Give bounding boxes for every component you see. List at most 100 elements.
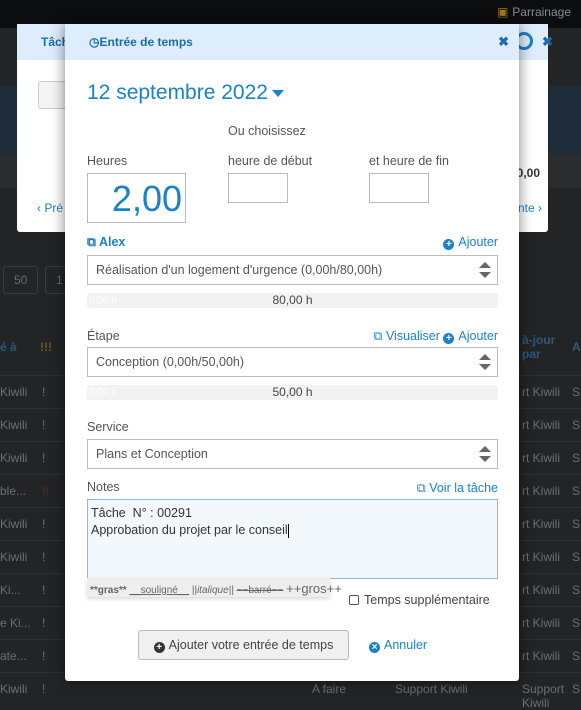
view-task-link[interactable]: ⧉ Voir la tâche xyxy=(417,481,498,496)
overtime-label: Temps supplémentaire xyxy=(364,593,490,607)
add-label: Ajouter xyxy=(458,329,498,343)
stage-select[interactable]: Conception (0,00h/50,00h) xyxy=(87,347,498,377)
sort-icon xyxy=(479,354,491,370)
view-stage-link[interactable]: ⧉ Visualiser xyxy=(374,329,440,343)
text-cursor xyxy=(287,523,289,538)
next-label: nte xyxy=(517,201,535,215)
cell-last: S xyxy=(572,583,581,597)
plus-circle-icon: + xyxy=(443,333,455,344)
cell-priority: ! xyxy=(42,550,46,564)
checkbox-icon[interactable] xyxy=(349,595,359,605)
add-project-link[interactable]: + Ajouter xyxy=(443,235,498,250)
notes-value: Tâche N° : 00291 Approbation du projet p… xyxy=(91,506,288,537)
cell-assigned: e Ki... xyxy=(0,616,31,630)
project-progress-bar: 0,00 h 80,00 h xyxy=(87,293,498,308)
cell-last: S xyxy=(572,385,581,399)
cell-priority: ! xyxy=(42,385,46,399)
cell-priority: !! xyxy=(42,484,49,498)
cell-assigned: Kiwili xyxy=(0,682,28,696)
modal-title: ◷Entrée de temps xyxy=(89,35,193,49)
cancel-link[interactable]: × Annuler xyxy=(369,638,427,653)
cell-assigned: Kiwili xyxy=(0,517,28,531)
cell-status: A faire xyxy=(312,682,347,696)
cell-updated-by: rt Kiwili xyxy=(522,484,560,498)
cell-updated-by: rt Kiwili xyxy=(522,517,560,531)
cell-last: S xyxy=(572,550,581,564)
cell-priority: ! xyxy=(42,451,46,465)
or-choose-label: Ou choisissez xyxy=(228,124,306,138)
col-assigned[interactable]: é à xyxy=(0,340,17,354)
service-select[interactable]: Plans et Conception xyxy=(87,439,498,469)
add-time-entry-button[interactable]: + Ajouter votre entrée de temps xyxy=(138,630,349,660)
plus-circle-icon: + xyxy=(443,239,455,250)
service-label: Service xyxy=(87,420,129,434)
cell-priority: ! xyxy=(42,583,46,597)
cell-last: S xyxy=(572,418,581,432)
progress-total: 80,00 h xyxy=(272,293,313,307)
stage-selected: Conception (0,00h/50,00h) xyxy=(96,355,245,369)
close-icon[interactable]: ✖ xyxy=(542,34,553,50)
previous-label: Pré xyxy=(44,201,64,215)
cell-last: S xyxy=(572,517,581,531)
cell-updated-by: rt Kiwili xyxy=(522,583,560,597)
project-select[interactable]: Réalisation d'un logement d'urgence (0,0… xyxy=(87,255,498,285)
modal-header: ◷Entrée de temps ✖ xyxy=(65,24,519,60)
format-hint: **gras** __souligné__ ||italique|| ~~bar… xyxy=(87,578,342,597)
col-updated-by[interactable]: à-jour par xyxy=(522,333,562,361)
project-owner-link[interactable]: ⧉ Alex xyxy=(87,235,125,250)
cell-last: S xyxy=(572,649,581,663)
cell-assigned: ble... xyxy=(0,484,27,498)
page-size-50[interactable]: 50 xyxy=(3,266,39,294)
time-entry-modal: ◷Entrée de temps ✖ 12 septembre 2022 Ou … xyxy=(65,24,519,681)
clock-icon: ◷ xyxy=(89,35,100,49)
add-label: Ajouter xyxy=(458,235,498,249)
cell-priority: ! xyxy=(42,418,46,432)
next-link[interactable]: nte › xyxy=(518,201,542,215)
col-priority[interactable]: !!! xyxy=(40,340,52,354)
end-time-label: et heure de fin xyxy=(369,154,449,168)
cell-assigned: Kiwili xyxy=(0,451,28,465)
cell-assigned: Kiwili xyxy=(0,385,28,399)
service-selected: Plans et Conception xyxy=(96,447,208,461)
hint-italic: ||italique|| xyxy=(191,585,234,596)
progress-used: 0,00 h xyxy=(89,387,117,398)
plus-circle-icon: + xyxy=(153,642,165,653)
add-stage-link[interactable]: + Ajouter xyxy=(443,329,498,344)
notes-textarea[interactable]: Tâche N° : 00291 Approbation du projet p… xyxy=(87,499,498,579)
start-time-input[interactable] xyxy=(228,173,288,203)
close-icon[interactable]: ✖ xyxy=(498,34,509,50)
cell-updated-by: rt Kiwili xyxy=(522,418,560,432)
referral-label: Parrainage xyxy=(512,5,571,19)
referral-link[interactable]: ▣ Parrainage xyxy=(497,5,571,19)
cell-assigned: Ki... xyxy=(0,583,21,597)
col-last[interactable]: A xyxy=(572,340,581,354)
cell-updated-by: rt Kiwili xyxy=(522,649,560,663)
cell-priority: ! xyxy=(42,517,46,531)
hint-underline: __souligné__ xyxy=(129,585,189,596)
cell-assigned: Kiwili xyxy=(0,418,28,432)
cell-updated-by: rt Kiwili xyxy=(522,385,560,399)
modal-title-text: Entrée de temps xyxy=(99,35,193,49)
cell-updated-by: rt Kiwili xyxy=(522,550,560,564)
overtime-checkbox[interactable]: Temps supplémentaire xyxy=(349,593,490,607)
hint-bold: **gras** xyxy=(90,585,127,596)
cell-updated-by: rt Kiwili xyxy=(522,616,560,630)
date-picker[interactable]: 12 septembre 2022 xyxy=(87,81,284,105)
cell-last: S xyxy=(572,682,581,696)
hours-label: Heures xyxy=(87,154,128,168)
cell-priority: ! xyxy=(42,682,46,696)
start-time-label: heure de début xyxy=(228,154,313,168)
stage-links: ⧉ Visualiser + Ajouter xyxy=(374,329,498,344)
project-selected: Réalisation d'un logement d'urgence (0,0… xyxy=(96,263,383,277)
hours-input[interactable]: 2,00 xyxy=(87,173,186,223)
notes-label: Notes xyxy=(87,480,120,494)
hint-big: ++gros++ xyxy=(286,581,342,596)
submit-label: Ajouter votre entrée de temps xyxy=(168,638,334,652)
cell-assigned: ate... xyxy=(0,649,27,663)
view-label: Visualiser xyxy=(385,329,440,343)
progress-used: 0,00 h xyxy=(89,295,117,306)
stage-label: Étape xyxy=(87,329,120,343)
end-time-input[interactable] xyxy=(369,173,429,203)
previous-link[interactable]: ‹ Pré xyxy=(37,201,63,215)
gift-icon: ▣ xyxy=(496,5,509,19)
